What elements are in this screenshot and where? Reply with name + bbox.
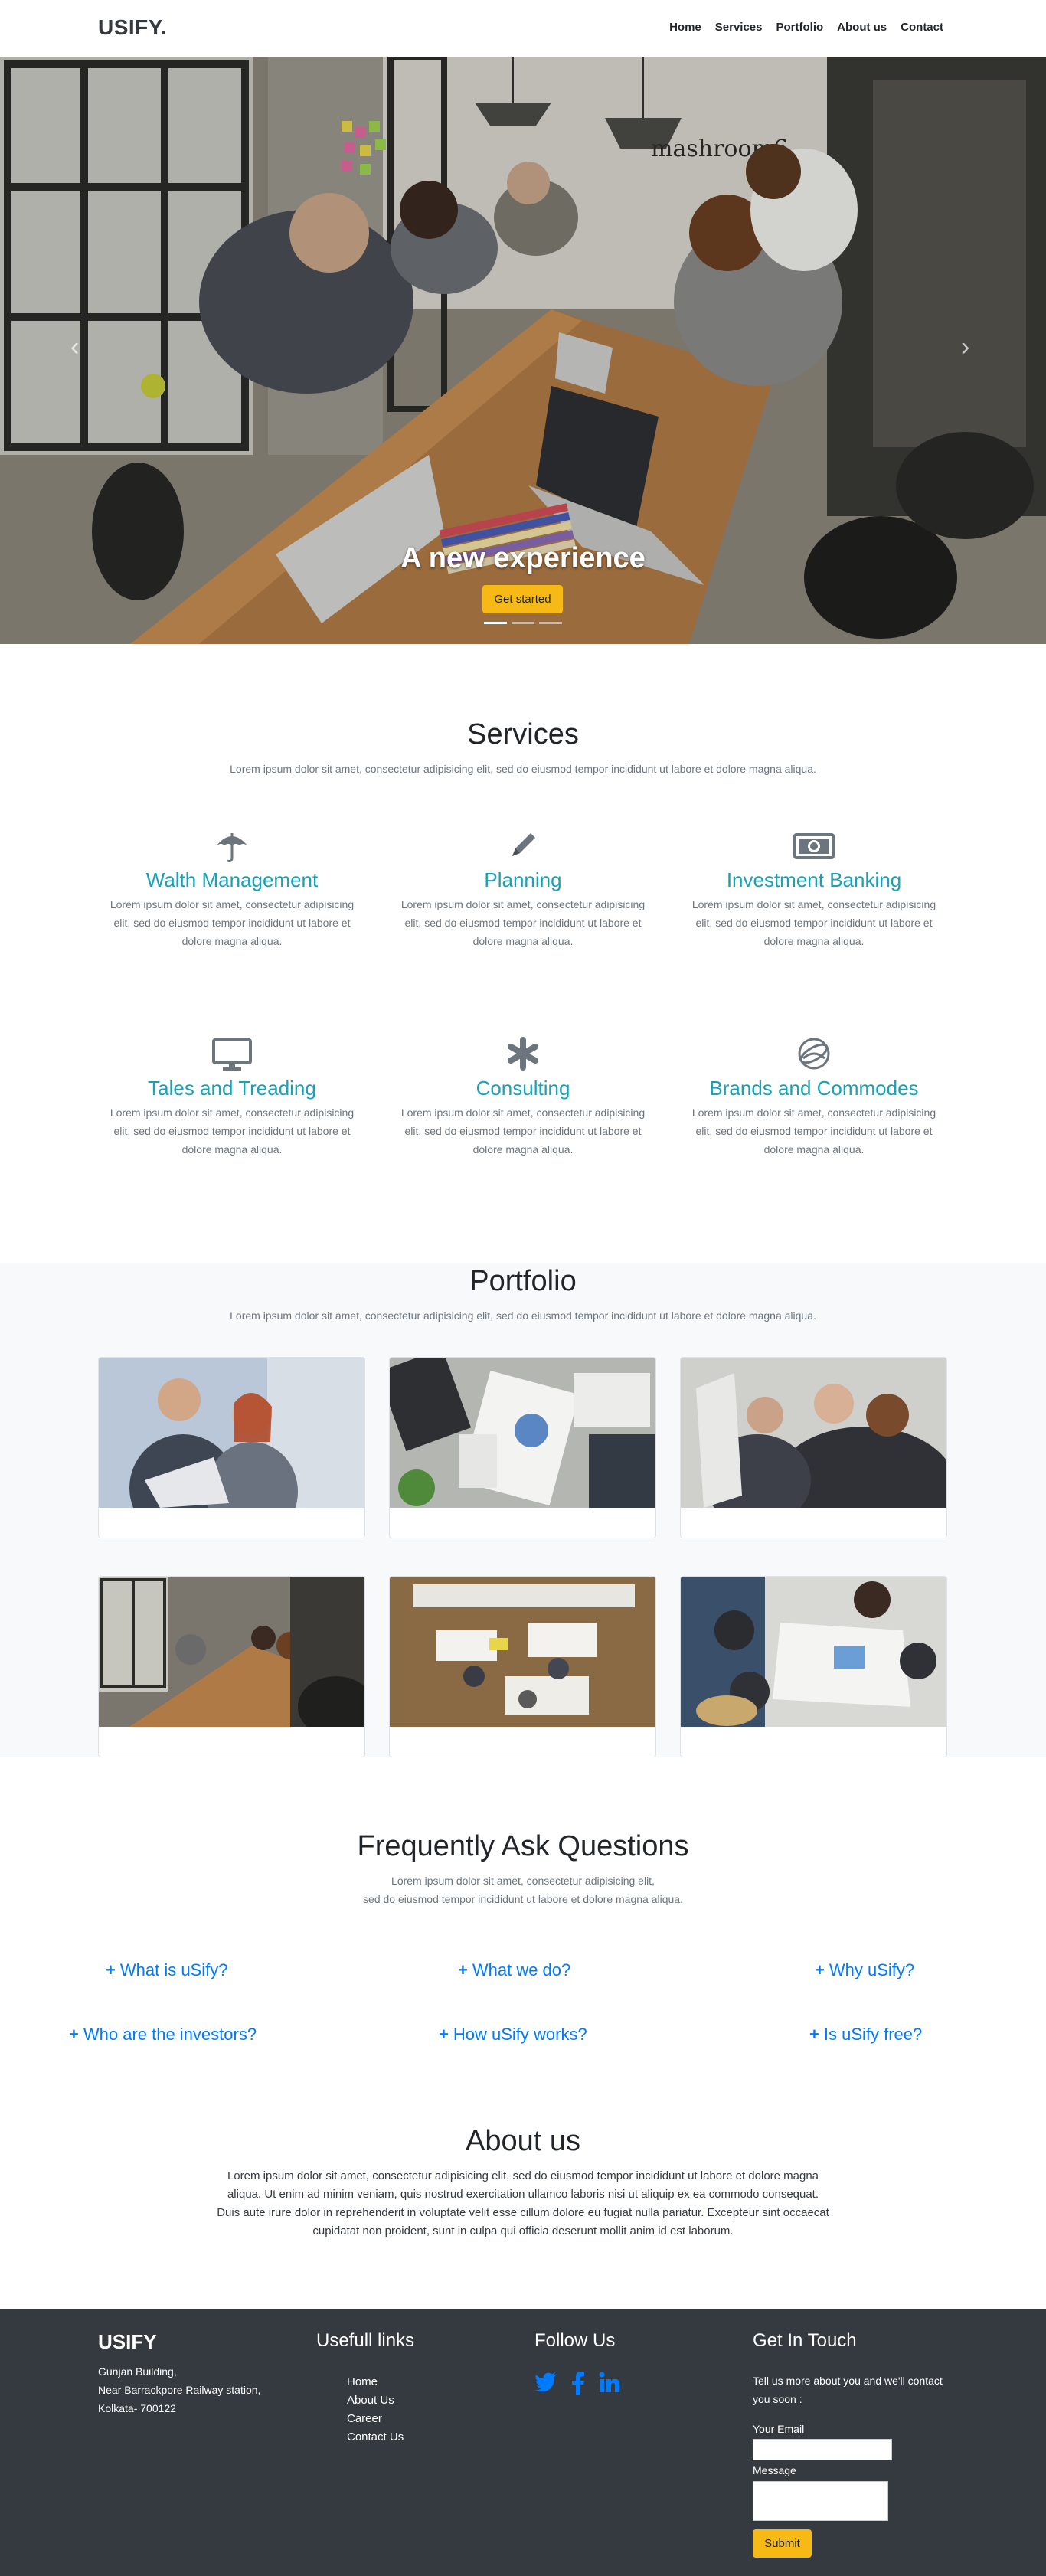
portfolio-card[interactable] [389,1576,656,1757]
portfolio-card[interactable] [680,1357,947,1538]
nav-link-portfolio[interactable]: Portfolio [776,21,824,34]
hero-carousel: mashroom6 [0,57,1046,644]
plus-icon: + [458,1960,468,1979]
service-title: Consulting [476,1077,570,1100]
carousel-prev-button[interactable]: ‹ [70,332,79,362]
about-text: Lorem ipsum dolor sit amet, consectetur … [217,2169,829,2238]
faq-question[interactable]: + Is uSify free? [809,2025,922,2045]
message-label: Message [753,2464,796,2476]
service-title: Tales and Treading [148,1077,316,1100]
plus-icon: + [809,2025,819,2044]
social-links [534,2372,620,2398]
nav-link-home[interactable]: Home [669,21,701,34]
plus-icon: + [106,1960,116,1979]
portfolio-image [99,1577,364,1727]
carousel-indicator-3[interactable] [539,622,562,624]
portfolio-card[interactable] [389,1357,656,1538]
footer-link-about[interactable]: About Us [347,2391,404,2410]
portfolio-title: Portfolio [469,1265,577,1297]
nav-link-contact[interactable]: Contact [901,21,943,34]
globe-icon [798,1038,830,1070]
service-desc: Lorem ipsum dolor sit amet, consectetur … [400,1107,646,1156]
pencil-icon [512,833,535,856]
faq-subtitle-line2: sed do eiusmod tempor incididunt ut labo… [363,1893,683,1905]
footer-brand: USIFY [98,2330,157,2353]
service-title: Brands and Commodes [709,1077,919,1100]
service-desc: Lorem ipsum dolor sit amet, consectetur … [691,898,936,947]
portfolio-card[interactable] [98,1357,365,1538]
portfolio-card[interactable] [680,1576,947,1757]
footer-links: Home About Us Career Contact Us [347,2373,404,2447]
facebook-icon[interactable] [571,2372,585,2398]
service-item: Walth Management Lorem ipsum dolor sit a… [94,827,370,950]
linkedin-icon[interactable] [599,2372,620,2398]
touch-title: Get In Touch [753,2330,857,2351]
faq-question[interactable]: + How uSify works? [439,2025,587,2045]
money-icon [793,833,835,859]
twitter-icon[interactable] [534,2372,557,2398]
service-title: Walth Management [145,868,319,891]
footer-link-contact[interactable]: Contact Us [347,2428,404,2447]
portfolio-image [681,1577,946,1727]
hero-caption: A new experience [400,542,646,574]
footer-link-career[interactable]: Career [347,2410,404,2428]
service-item: Consulting Lorem ipsum dolor sit amet, c… [385,1035,661,1159]
portfolio-image [390,1577,655,1727]
portfolio-image [390,1358,655,1508]
service-desc: Lorem ipsum dolor sit amet, consectetur … [110,1107,355,1156]
service-item: Tales and Treading Lorem ipsum dolor sit… [94,1035,370,1159]
faq-title: Frequently Ask Questions [357,1830,689,1862]
services-title: Services [467,718,579,750]
faq-question[interactable]: + Why uSify? [815,1960,914,1980]
desktop-icon [212,1038,252,1071]
portfolio-image [681,1358,946,1508]
email-label: Your Email [753,2423,805,2435]
chevron-left-icon: ‹ [70,332,80,361]
service-desc: Lorem ipsum dolor sit amet, consectetur … [691,1107,936,1156]
faq-subtitle-line1: Lorem ipsum dolor sit amet, consectetur … [391,1875,655,1887]
touch-text: Tell us more about you and we'll contact… [753,2375,943,2405]
service-title: Investment Banking [726,868,902,891]
carousel-indicator-1[interactable] [484,622,507,624]
plus-icon: + [439,2025,449,2044]
footer-address: Gunjan Building, Near Barrackpore Railwa… [98,2365,261,2414]
portfolio-image [99,1358,364,1508]
services-subtitle: Lorem ipsum dolor sit amet, consectetur … [230,763,816,775]
faq-question[interactable]: + Who are the investors? [69,2025,257,2045]
umbrella-icon [217,833,247,862]
portfolio-subtitle: Lorem ipsum dolor sit amet, consectetur … [230,1309,816,1322]
email-field[interactable] [753,2439,892,2460]
faq-question[interactable]: + What is uSify? [106,1960,227,1980]
about-title: About us [466,2125,580,2157]
submit-button[interactable]: Submit [753,2529,812,2558]
nav-link-services[interactable]: Services [715,21,763,34]
message-field[interactable] [753,2481,888,2521]
asterisk-icon [508,1037,538,1071]
brand-logo[interactable]: USIFY. [98,15,167,40]
service-desc: Lorem ipsum dolor sit amet, consectetur … [400,898,646,947]
service-item: Planning Lorem ipsum dolor sit amet, con… [385,827,661,950]
navbar: USIFY. Home Services Portfolio About us … [0,0,1046,57]
carousel-indicator-2[interactable] [512,622,534,624]
nav-links: Home Services Portfolio About us Contact [669,21,943,34]
get-started-button[interactable]: Get started [482,585,563,613]
service-desc: Lorem ipsum dolor sit amet, consectetur … [110,898,355,947]
carousel-indicators [484,622,562,624]
faq-question[interactable]: + What we do? [458,1960,570,1980]
service-item: Brands and Commodes Lorem ipsum dolor si… [676,1035,952,1159]
plus-icon: + [69,2025,79,2044]
footer-links-title: Usefull links [316,2330,415,2351]
plus-icon: + [815,1960,825,1979]
footer-link-home[interactable]: Home [347,2373,404,2391]
carousel-next-button[interactable]: › [961,332,969,362]
chevron-right-icon: › [961,332,970,361]
nav-link-about[interactable]: About us [837,21,887,34]
follow-title: Follow Us [534,2330,616,2351]
service-title: Planning [484,868,562,891]
portfolio-card[interactable] [98,1576,365,1757]
service-item: Investment Banking Lorem ipsum dolor sit… [676,827,952,950]
